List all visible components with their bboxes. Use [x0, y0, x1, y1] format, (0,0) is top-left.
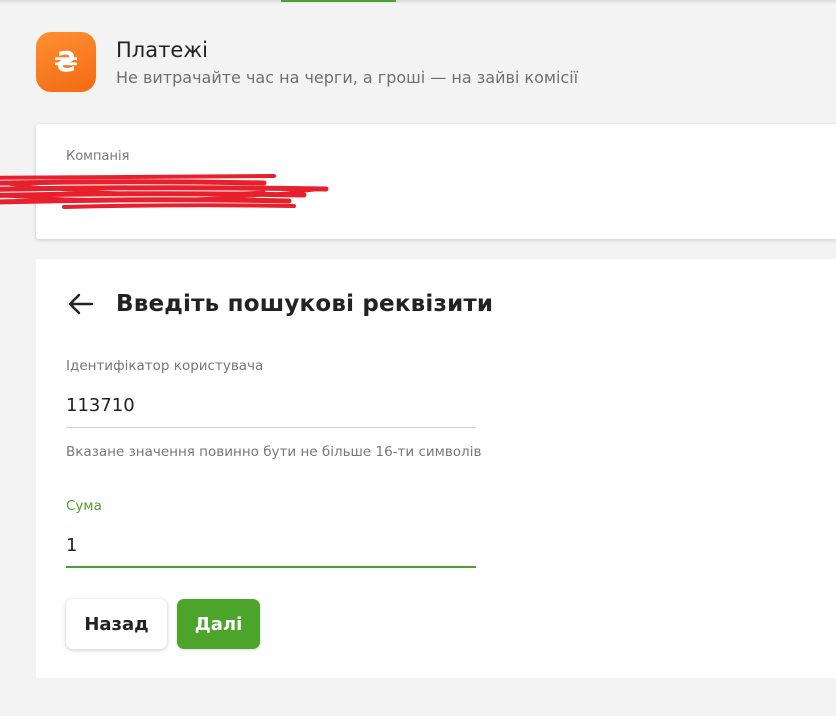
- next-button[interactable]: Далі: [177, 599, 260, 649]
- search-form-card: Введіть пошукові реквізити Ідентифікатор…: [36, 259, 836, 678]
- amount-input[interactable]: [66, 530, 476, 560]
- amount-underline: [66, 566, 476, 568]
- form-header: Введіть пошукові реквізити: [66, 289, 493, 319]
- redaction-scribble: [0, 174, 329, 209]
- back-button[interactable]: Назад: [66, 599, 167, 649]
- arrow-left-icon[interactable]: [66, 289, 96, 319]
- company-label: Компанія: [66, 149, 130, 164]
- form-title: Введіть пошукові реквізити: [116, 291, 494, 317]
- active-tab-indicator: [281, 0, 396, 2]
- logo-symbol: ₴: [53, 45, 79, 78]
- page-header: ₴ Платежі Не витрачайте час на черги, а …: [36, 32, 578, 92]
- page-title: Платежі: [116, 37, 208, 62]
- user-id-input[interactable]: [66, 390, 476, 420]
- user-id-underline: [66, 427, 476, 428]
- header-text: Платежі Не витрачайте час на черги, а гр…: [116, 37, 578, 88]
- top-shadow: [0, 0, 836, 4]
- user-id-label: Ідентифікатор користувача: [66, 358, 264, 374]
- page-subtitle: Не витрачайте час на черги, а гроші — на…: [116, 67, 579, 87]
- user-id-hint: Вказане значення повинно бути не більше …: [66, 444, 482, 460]
- amount-label: Сума: [66, 498, 102, 514]
- hryvnia-icon: ₴: [36, 32, 96, 92]
